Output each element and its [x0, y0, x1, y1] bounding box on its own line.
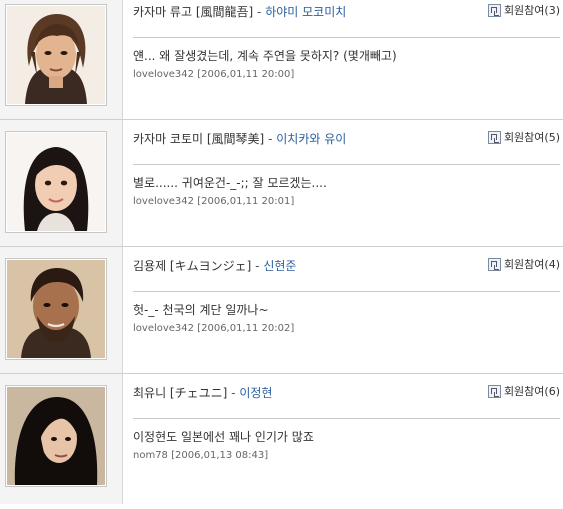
divider — [133, 418, 560, 419]
entry-content: 김용제 [キムヨンジェ] - 신현준 회원참여(4) 헛-_- 천국의 계단 일… — [133, 247, 560, 374]
list-item: 김용제 [キムヨンジェ] - 신현준 회원참여(4) 헛-_- 천국의 계단 일… — [0, 246, 563, 374]
entry-title: 김용제 [キムヨンジェ] - 신현준 — [133, 257, 463, 274]
entry-content: 카자마 류고 [風間龍吾] - 하야미 모코미치 회원참여(3) 얜... 왜 … — [133, 0, 560, 120]
member-join-label: 회원참여(3) — [503, 4, 560, 17]
member-join-icon — [487, 130, 501, 144]
comment-text: 헛-_- 천국의 계단 일까나~ — [133, 303, 269, 317]
member-join-label: 회원참여(4) — [503, 258, 560, 271]
comment-meta: lovelove342 [2006,01,11 20:01] — [133, 196, 295, 207]
photo-column — [0, 120, 123, 247]
portrait-man-long-hair-icon — [7, 6, 105, 104]
photo-column — [0, 374, 123, 504]
entry-content: 최유니 [チェユニ] - 이정현 회원참여(6) 이정현도 일본에선 꽤나 인기… — [133, 374, 560, 504]
member-join-icon — [487, 3, 501, 17]
divider — [133, 37, 560, 38]
list-item: 카자마 코토미 [風間琴美] - 이치카와 유이 회원참여(5) 별로.....… — [0, 119, 563, 247]
member-join-label: 회원참여(6) — [503, 385, 560, 398]
member-join-button[interactable]: 회원참여(5) — [487, 129, 560, 145]
character-name: 최유니 [チェユニ] — [133, 386, 228, 400]
title-separator: - — [257, 5, 262, 19]
comment-meta: lovelove342 [2006,01,11 20:02] — [133, 323, 295, 334]
actor-photo[interactable] — [5, 4, 107, 106]
actor-link[interactable]: 이치카와 유이 — [276, 132, 346, 146]
photo-column — [0, 247, 123, 374]
comment-meta: lovelove342 [2006,01,11 20:00] — [133, 69, 295, 80]
actor-photo[interactable] — [5, 385, 107, 487]
member-join-button[interactable]: 회원참여(4) — [487, 256, 560, 272]
member-join-button[interactable]: 회원참여(3) — [487, 2, 560, 18]
entry-title: 카자마 코토미 [風間琴美] - 이치카와 유이 — [133, 130, 463, 147]
entry-title: 최유니 [チェユニ] - 이정현 — [133, 384, 463, 401]
actor-link[interactable]: 신현준 — [263, 259, 296, 273]
portrait-young-woman-icon — [7, 133, 105, 231]
title-separator: - — [255, 259, 260, 273]
divider — [133, 164, 560, 165]
member-join-label: 회원참여(5) — [503, 131, 560, 144]
portrait-man-beard-icon — [7, 260, 105, 358]
actor-photo[interactable] — [5, 258, 107, 360]
comment-text: 얜... 왜 잘생겼는데, 계속 주연을 못하지? (몇개빼고) — [133, 49, 397, 63]
actor-photo[interactable] — [5, 131, 107, 233]
member-join-icon — [487, 257, 501, 271]
entry-title: 카자마 류고 [風間龍吾] - 하야미 모코미치 — [133, 3, 463, 20]
divider — [133, 291, 560, 292]
member-join-icon — [487, 384, 501, 398]
photo-column — [0, 0, 123, 120]
portrait-woman-dark-hair-icon — [7, 387, 105, 485]
member-join-button[interactable]: 회원참여(6) — [487, 383, 560, 399]
character-name: 카자마 코토미 [風間琴美] — [133, 132, 265, 146]
comment-text: 이정현도 일본에선 꽤나 인기가 많죠 — [133, 430, 314, 444]
character-name: 김용제 [キムヨンジェ] — [133, 259, 252, 273]
title-separator: - — [268, 132, 273, 146]
title-separator: - — [231, 386, 236, 400]
list-item: 최유니 [チェユニ] - 이정현 회원참여(6) 이정현도 일본에선 꽤나 인기… — [0, 373, 563, 504]
entry-content: 카자마 코토미 [風間琴美] - 이치카와 유이 회원참여(5) 별로.....… — [133, 120, 560, 247]
list-item: 카자마 류고 [風間龍吾] - 하야미 모코미치 회원참여(3) 얜... 왜 … — [0, 0, 563, 120]
character-name: 카자마 류고 [風間龍吾] — [133, 5, 254, 19]
comment-meta: nom78 [2006,01,13 08:43] — [133, 450, 269, 461]
comment-text: 별로...... 귀여운건-_-;; 잘 모르겠는.... — [133, 176, 327, 190]
actor-link[interactable]: 이정현 — [239, 386, 272, 400]
actor-link[interactable]: 하야미 모코미치 — [265, 5, 346, 19]
